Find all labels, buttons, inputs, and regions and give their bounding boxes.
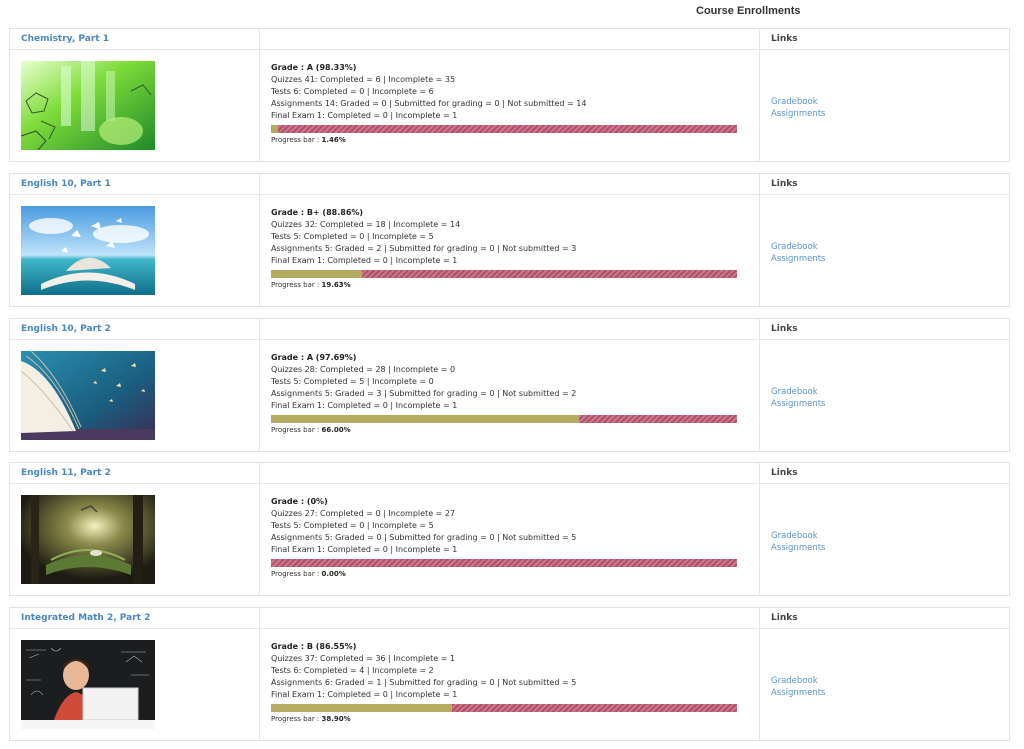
progress-fill <box>271 704 453 712</box>
course-stats: Grade : A (97.69%) Quizzes 28: Completed… <box>271 352 741 412</box>
assignments-text: Assignments 5: Graded = 0 | Submitted fo… <box>271 533 577 542</box>
assignments-link[interactable]: Assignments <box>771 398 825 410</box>
tests-text: Tests 5: Completed = 0 | Incomplete = 5 <box>271 521 434 530</box>
book-pages-butterflies-image <box>21 351 155 440</box>
quizzes-text: Quizzes 27: Completed = 0 | Incomplete =… <box>271 509 456 518</box>
links-header: Links <box>771 179 798 189</box>
course-links: Gradebook Assignments <box>771 96 825 120</box>
progress-label: Progress bar : 1.46% <box>271 136 346 144</box>
quizzes-text: Quizzes 41: Completed = 6 | Incomplete =… <box>271 75 456 84</box>
course-stats: Grade : B+ (88.86%) Quizzes 32: Complete… <box>271 207 741 267</box>
course-card: English 11, Part 2 Links Grade : (0%) Qu… <box>9 462 1010 596</box>
assignments-link[interactable]: Assignments <box>771 687 825 699</box>
gradebook-link[interactable]: Gradebook <box>771 241 825 253</box>
assignments-link[interactable]: Assignments <box>771 542 825 554</box>
course-card: English 10, Part 2 Links Grade : A (97.6… <box>9 318 1010 452</box>
progress-value: 38.90% <box>321 715 351 723</box>
progress-value: 66.00% <box>321 426 351 434</box>
progress-value: 1.46% <box>321 136 346 144</box>
course-card: Chemistry, Part 1 Links Grade : A (98.33… <box>9 28 1010 162</box>
course-title-link[interactable]: English 10, Part 2 <box>21 324 111 334</box>
links-header: Links <box>771 468 798 478</box>
progress-bar <box>271 415 737 423</box>
gradebook-link[interactable]: Gradebook <box>771 386 825 398</box>
gradebook-link[interactable]: Gradebook <box>771 675 825 687</box>
course-card-header <box>10 608 1009 629</box>
course-card-header <box>10 29 1009 50</box>
course-card: Integrated Math 2, Part 2 Links Grade : … <box>9 607 1010 741</box>
tests-text: Tests 5: Completed = 5 | Incomplete = 0 <box>271 377 434 386</box>
course-card-header <box>10 174 1009 195</box>
fantasy-forest-book-image <box>21 495 155 584</box>
links-header: Links <box>771 613 798 623</box>
grade-text: Grade : B+ (88.86%) <box>271 208 364 217</box>
course-stats: Grade : (0%) Quizzes 27: Completed = 0 |… <box>271 496 741 556</box>
grade-text: Grade : A (97.69%) <box>271 353 357 362</box>
progress-bar <box>271 125 737 133</box>
assignments-text: Assignments 6: Graded = 1 | Submitted fo… <box>271 678 577 687</box>
progress-label: Progress bar : 19.63% <box>271 281 351 289</box>
chemistry-lab-image <box>21 61 155 150</box>
course-stats: Grade : B (86.55%) Quizzes 37: Completed… <box>271 641 741 701</box>
final-exam-text: Final Exam 1: Completed = 0 | Incomplete… <box>271 256 458 265</box>
grade-text: Grade : (0%) <box>271 497 328 506</box>
progress-label: Progress bar : 0.00% <box>271 570 346 578</box>
progress-fill <box>271 125 278 133</box>
course-card-header <box>10 463 1009 484</box>
assignments-text: Assignments 14: Graded = 0 | Submitted f… <box>271 99 587 108</box>
grade-text: Grade : B (86.55%) <box>271 642 357 651</box>
progress-label: Progress bar : 38.90% <box>271 715 351 723</box>
course-title-link[interactable]: English 11, Part 2 <box>21 468 111 478</box>
tests-text: Tests 6: Completed = 4 | Incomplete = 2 <box>271 666 434 675</box>
final-exam-text: Final Exam 1: Completed = 0 | Incomplete… <box>271 401 458 410</box>
course-links: Gradebook Assignments <box>771 386 825 410</box>
final-exam-text: Final Exam 1: Completed = 0 | Incomplete… <box>271 690 458 699</box>
course-stats: Grade : A (98.33%) Quizzes 41: Completed… <box>271 62 741 122</box>
gradebook-link[interactable]: Gradebook <box>771 530 825 542</box>
links-header: Links <box>771 34 798 44</box>
assignments-text: Assignments 5: Graded = 3 | Submitted fo… <box>271 389 577 398</box>
assignments-link[interactable]: Assignments <box>771 108 825 120</box>
quizzes-text: Quizzes 28: Completed = 28 | Incomplete … <box>271 365 456 374</box>
tests-text: Tests 6: Completed = 0 | Incomplete = 6 <box>271 87 434 96</box>
student-laptop-chalkboard-image <box>21 640 155 729</box>
progress-bar <box>271 270 737 278</box>
progress-value: 0.00% <box>321 570 346 578</box>
assignments-text: Assignments 5: Graded = 2 | Submitted fo… <box>271 244 577 253</box>
open-book-sky-image <box>21 206 155 295</box>
final-exam-text: Final Exam 1: Completed = 0 | Incomplete… <box>271 111 458 120</box>
course-links: Gradebook Assignments <box>771 675 825 699</box>
progress-bar <box>271 559 737 567</box>
gradebook-link[interactable]: Gradebook <box>771 96 825 108</box>
quizzes-text: Quizzes 32: Completed = 18 | Incomplete … <box>271 220 461 229</box>
progress-fill <box>271 270 363 278</box>
progress-label: Progress bar : 66.00% <box>271 426 351 434</box>
progress-value: 19.63% <box>321 281 351 289</box>
page-title: Course Enrollments <box>696 5 801 17</box>
course-title-link[interactable]: English 10, Part 1 <box>21 179 111 189</box>
course-card-header <box>10 319 1009 340</box>
course-title-link[interactable]: Chemistry, Part 1 <box>21 34 109 44</box>
course-title-link[interactable]: Integrated Math 2, Part 2 <box>21 613 150 623</box>
course-links: Gradebook Assignments <box>771 530 825 554</box>
course-links: Gradebook Assignments <box>771 241 825 265</box>
assignments-link[interactable]: Assignments <box>771 253 825 265</box>
final-exam-text: Final Exam 1: Completed = 0 | Incomplete… <box>271 545 458 554</box>
progress-bar <box>271 704 737 712</box>
grade-text: Grade : A (98.33%) <box>271 63 357 72</box>
quizzes-text: Quizzes 37: Completed = 36 | Incomplete … <box>271 654 456 663</box>
progress-fill <box>271 415 579 423</box>
links-header: Links <box>771 324 798 334</box>
tests-text: Tests 5: Completed = 0 | Incomplete = 5 <box>271 232 434 241</box>
course-card: English 10, Part 1 Links Grade : B+ (88.… <box>9 173 1010 307</box>
